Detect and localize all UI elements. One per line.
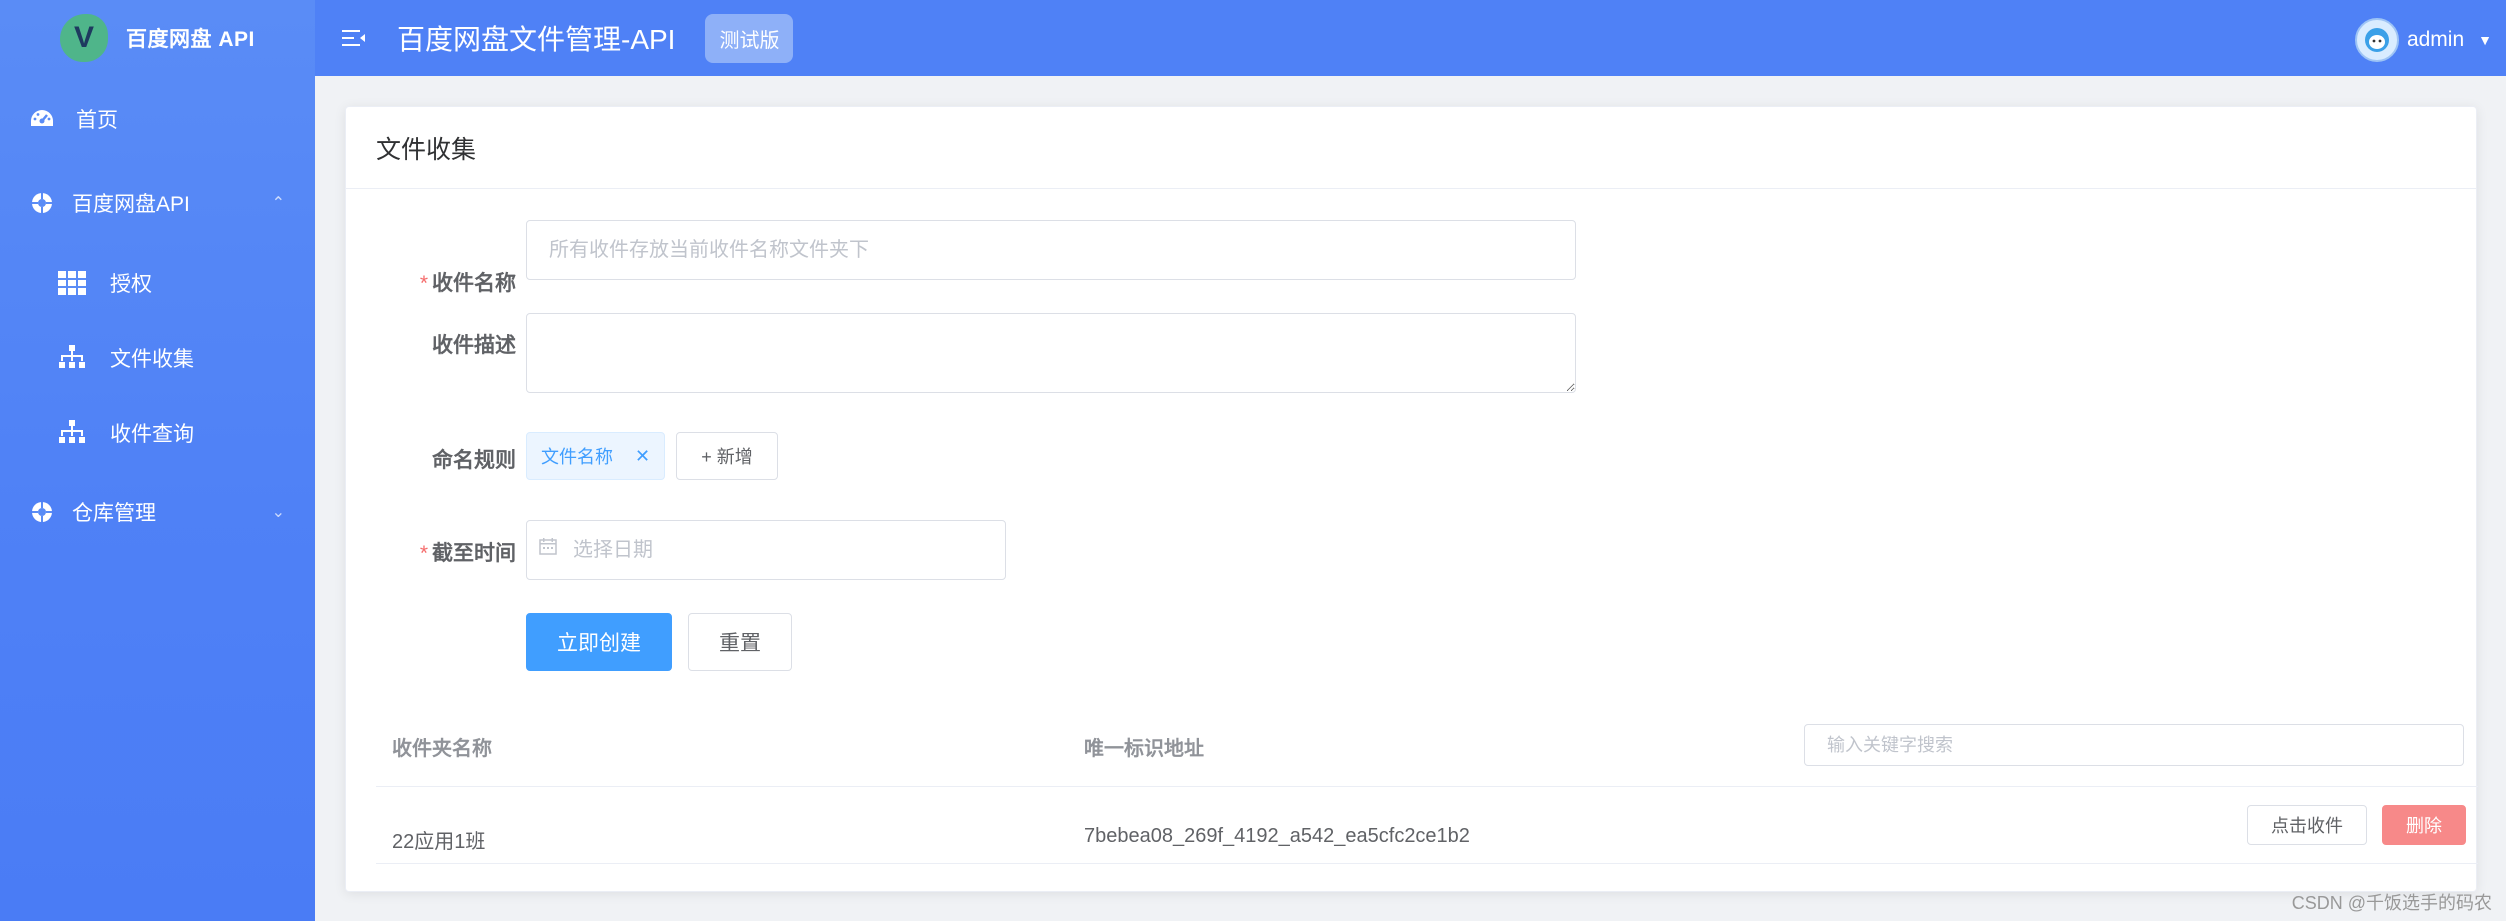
sidebar-item-label: 百度网盘API [72, 193, 190, 216]
desc-label: 收件描述 [432, 334, 516, 357]
create-button[interactable]: 立即创建 [526, 613, 672, 671]
collect-desc-textarea[interactable] [526, 313, 1576, 393]
logo-icon: V [60, 14, 108, 62]
required-mark: * [419, 272, 428, 295]
calendar-icon [539, 537, 557, 560]
table-search-input[interactable] [1804, 724, 2464, 766]
required-mark: * [419, 542, 428, 565]
add-rule-button[interactable]: + 新增 [676, 432, 778, 480]
avatar [2354, 18, 2399, 62]
version-badge: 测试版 [705, 13, 794, 63]
cloud-icon [28, 498, 56, 526]
collect-name-input[interactable] [526, 220, 1576, 280]
watermark: CSDN @千饭选手的码农 [2291, 893, 2492, 913]
rule-tag: 文件名称 ✕ [526, 432, 666, 480]
divider [376, 863, 2478, 864]
logo: V 百度网盘 API [0, 0, 315, 76]
reset-button[interactable]: 重置 [688, 613, 792, 671]
deadline-label: * 截至时间 [419, 542, 516, 565]
logo-text: 百度网盘 API [126, 28, 255, 51]
sidebar-item-home[interactable]: 首页 [0, 89, 315, 149]
user-menu[interactable]: admin ▼ [2354, 18, 2492, 62]
row-folder-name: 22应用1班 [392, 831, 486, 853]
sidebar-item-collect-query[interactable]: 收件查询 [0, 403, 315, 463]
sidebar-item-label: 授权 [110, 273, 152, 296]
sidebar-item-label: 首页 [76, 109, 118, 132]
close-icon[interactable]: ✕ [635, 446, 650, 467]
sidebar-item-file-collect[interactable]: 文件收集 [0, 328, 315, 388]
top-header: 百度网盘文件管理-API 测试版 admin ▼ [315, 0, 2506, 76]
menu-toggle-icon[interactable] [339, 23, 369, 53]
sidebar-item-auth[interactable]: 授权 [0, 253, 315, 313]
row-unique-id: 7bebea08_269f_4192_a542_ea5cfc2ce1b2 [1084, 825, 1470, 847]
page-title: 百度网盘文件管理-API [397, 24, 676, 55]
card-title: 文件收集 [346, 107, 2476, 189]
main-content: 文件收集 *收件名称 收件描述 命名规则 文件名称 ✕ + 新增 *截至时间 立… [315, 76, 2506, 921]
sidebar-item-label: 收件查询 [110, 423, 194, 446]
delete-button[interactable]: 删除 [2382, 805, 2466, 845]
caret-down-icon: ▼ [2478, 32, 2492, 48]
sidebar-item-label: 文件收集 [110, 348, 194, 371]
rule-label: 命名规则 [432, 449, 516, 472]
chevron-up-icon: ⌃ [271, 195, 285, 212]
deadline-date-input[interactable] [526, 520, 1006, 580]
column-header-unique-id: 唯一标识地址 [1084, 738, 1204, 760]
sidebar: V 百度网盘 API 首页 百度网盘API ⌃ 授权 文件收集 收件查询 仓库管… [0, 0, 315, 921]
sidebar-item-label: 仓库管理 [72, 502, 156, 525]
name-label: * 收件名称 [419, 272, 516, 295]
file-collect-card: 文件收集 *收件名称 收件描述 命名规则 文件名称 ✕ + 新增 *截至时间 立… [345, 106, 2478, 892]
sidebar-item-baidu-api[interactable]: 百度网盘API ⌃ [0, 173, 315, 233]
dashboard-icon [28, 105, 56, 133]
cloud-icon [28, 189, 56, 217]
sitemap-icon [58, 344, 86, 372]
collect-button[interactable]: 点击收件 [2247, 805, 2367, 845]
chevron-down-icon: ⌄ [271, 504, 285, 521]
column-header-folder-name: 收件夹名称 [392, 738, 492, 760]
divider [376, 786, 2478, 787]
grid-icon [58, 269, 86, 297]
username: admin [2406, 28, 2465, 51]
sidebar-item-warehouse[interactable]: 仓库管理 ⌄ [0, 482, 315, 542]
sitemap-icon [58, 419, 86, 447]
